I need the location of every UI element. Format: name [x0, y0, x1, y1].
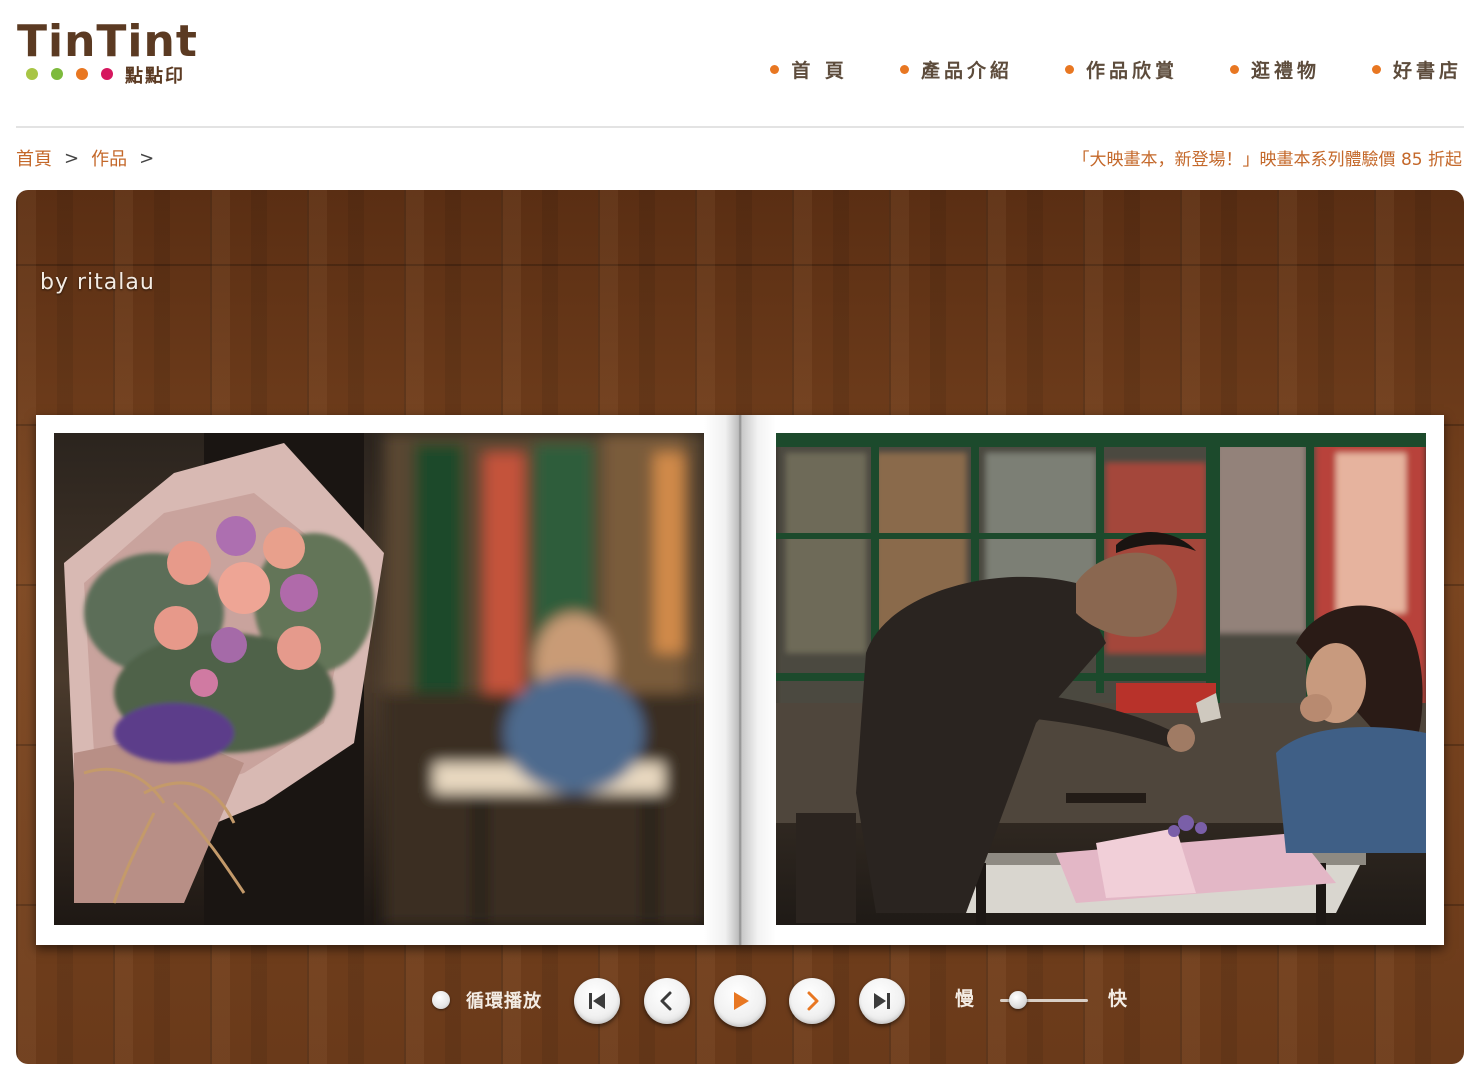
nav-item-home[interactable]: 首 頁: [770, 56, 848, 83]
main-nav: 首 頁 產品介紹 作品欣賞 逛禮物 好書店: [770, 56, 1462, 83]
book-spine: [704, 415, 776, 945]
viewer-title: by ritalau: [40, 270, 155, 295]
play-button[interactable]: [714, 975, 766, 1027]
nav-item-gallery[interactable]: 作品欣賞: [1064, 56, 1178, 83]
bullet-icon: [899, 65, 909, 74]
promo-link[interactable]: 「大映畫本，新登場！」映畫本系列體驗價 85 折起: [1073, 145, 1462, 170]
play-icon: [734, 992, 749, 1010]
first-page-icon: [589, 993, 605, 1009]
nav-label: 首 頁: [791, 60, 848, 82]
photobook-viewer: by ritalau 循環播放 慢 快: [16, 190, 1464, 1064]
breadcrumb: 首頁 > 作品 >: [16, 145, 166, 171]
playback-controls: 循環播放 慢 快: [16, 970, 1464, 1030]
brand-dot: [51, 68, 63, 80]
brand-name: TinTint: [17, 16, 198, 67]
bullet-icon: [1371, 65, 1381, 74]
photobook-spread[interactable]: [36, 415, 1444, 945]
first-page-button[interactable]: [574, 978, 620, 1024]
breadcrumb-separator: >: [64, 147, 80, 169]
photo-proposal: [776, 433, 1426, 925]
previous-icon: [660, 991, 672, 1011]
next-icon: [807, 991, 819, 1011]
speed-slow-label: 慢: [955, 988, 975, 1010]
loop-toggle[interactable]: 循環播放: [432, 987, 542, 1013]
nav-item-bookstore[interactable]: 好書店: [1371, 56, 1462, 83]
bullet-icon: [770, 65, 780, 74]
speed-slider-thumb[interactable]: [1008, 991, 1027, 1009]
nav-label: 逛禮物: [1250, 60, 1320, 82]
brand-dot: [26, 68, 38, 80]
nav-item-gifts[interactable]: 逛禮物: [1229, 56, 1320, 83]
loop-radio-icon[interactable]: [432, 991, 450, 1009]
bullet-icon: [1229, 65, 1239, 74]
breadcrumb-separator: >: [139, 147, 155, 169]
header-divider: [16, 126, 1464, 128]
nav-item-products[interactable]: 產品介紹: [899, 56, 1013, 83]
breadcrumb-works-link[interactable]: 作品: [91, 145, 127, 171]
photo-bouquet: [54, 433, 704, 925]
loop-label: 循環播放: [466, 991, 542, 1012]
brand-logo[interactable]: TinTint 點點印: [17, 18, 207, 88]
brand-dot: [101, 68, 113, 80]
brand-dot: [76, 68, 88, 80]
last-page-button[interactable]: [859, 978, 905, 1024]
nav-label: 作品欣賞: [1085, 60, 1178, 82]
next-button[interactable]: [789, 978, 835, 1024]
book-page-right: [776, 433, 1426, 925]
nav-label: 好書店: [1392, 60, 1462, 82]
nav-label: 產品介紹: [920, 60, 1013, 82]
bullet-icon: [1064, 65, 1074, 74]
previous-button[interactable]: [644, 978, 690, 1024]
brand-subtitle: 點點印: [125, 66, 185, 87]
book-page-left: [54, 433, 704, 925]
last-page-icon: [874, 993, 890, 1009]
breadcrumb-home-link[interactable]: 首頁: [16, 145, 52, 171]
brand-dots: [26, 68, 113, 80]
speed-fast-label: 快: [1108, 988, 1128, 1010]
